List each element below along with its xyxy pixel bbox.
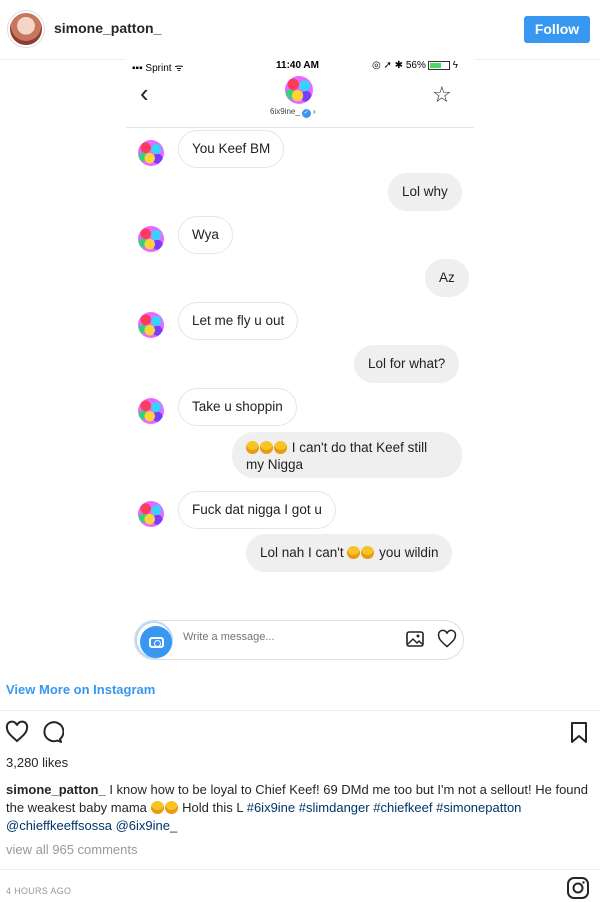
- sender-avatar: [138, 398, 164, 424]
- star-icon[interactable]: ☆: [432, 82, 452, 108]
- mention-link[interactable]: @6ix9ine_: [116, 818, 178, 833]
- view-more-link[interactable]: View More on Instagram: [6, 682, 155, 697]
- post-caption: simone_patton_ I know how to be loyal to…: [6, 781, 594, 835]
- bookmark-icon[interactable]: [568, 721, 590, 745]
- sender-avatar: [138, 501, 164, 527]
- view-comments-link[interactable]: view all 965 comments: [6, 842, 138, 857]
- verified-icon: ✓: [301, 109, 311, 118]
- message-bubble: Fuck dat nigga I got u: [178, 491, 336, 529]
- message-bubble: Let me fly u out: [178, 302, 299, 340]
- message-composer: [134, 620, 464, 660]
- username[interactable]: simone_patton_: [54, 20, 161, 36]
- caption-username[interactable]: simone_patton_: [6, 782, 106, 797]
- camera-button[interactable]: [135, 621, 173, 659]
- back-chevron-icon[interactable]: ‹: [140, 78, 149, 109]
- battery-icon: [427, 60, 450, 70]
- instagram-logo-icon[interactable]: [566, 876, 590, 900]
- status-bar: ▪▪▪ Sprint ᯤ 11:40 AM ◎ ➚ ✱ 56% ϟ: [126, 56, 474, 76]
- chat-name[interactable]: 6ix9ine_ ✓ ›: [270, 107, 316, 118]
- laughing-emoji-icon: [260, 441, 273, 454]
- divider: [0, 869, 600, 870]
- message-bubble: Lol nah I can't you wildin: [246, 534, 453, 572]
- message-bubble: You Keef BM: [178, 130, 285, 168]
- gallery-icon[interactable]: [405, 629, 425, 649]
- sender-avatar: [138, 140, 164, 166]
- post-timestamp: 4 HOURS AGO: [6, 886, 72, 896]
- comment-icon[interactable]: [40, 720, 64, 744]
- like-heart-icon[interactable]: [5, 720, 29, 744]
- post-header: simone_patton_ Follow: [0, 0, 600, 60]
- weary-emoji-icon: [274, 441, 287, 454]
- hashtag-link[interactable]: #slimdanger: [299, 800, 370, 815]
- grinning-emoji-icon: [164, 801, 178, 814]
- message-bubble: Wya: [178, 216, 233, 254]
- message-bubble: Az: [425, 259, 469, 297]
- divider: [0, 710, 600, 711]
- hashtag-link[interactable]: #simonepatton: [436, 800, 521, 815]
- camera-icon: [140, 626, 172, 658]
- laughing-emoji-icon: [246, 441, 259, 454]
- carrier-label: ▪▪▪ Sprint ᯤ: [132, 63, 184, 74]
- message-bubble: Take u shoppin: [178, 388, 297, 426]
- post-image: ▪▪▪ Sprint ᯤ 11:40 AM ◎ ➚ ✱ 56% ϟ ‹ 6ix9…: [126, 52, 474, 672]
- mention-link[interactable]: @chieffkeeffsossa: [6, 818, 112, 833]
- hashtag-link[interactable]: #6ix9ine: [247, 800, 295, 815]
- weary-emoji-icon: [361, 546, 375, 559]
- chat-navbar: ‹ 6ix9ine_ ✓ › ☆: [126, 76, 474, 128]
- grinning-emoji-icon: [150, 801, 164, 814]
- follow-button[interactable]: Follow: [524, 16, 590, 43]
- message-bubble: I can't do that Keef still my Nigga: [232, 432, 462, 478]
- likes-count[interactable]: 3,280 likes: [6, 755, 68, 770]
- laughing-emoji-icon: [347, 546, 361, 559]
- heart-icon[interactable]: [437, 629, 457, 649]
- caption-text-2: Hold this L: [182, 800, 244, 815]
- chat-avatar[interactable]: [285, 76, 313, 104]
- avatar[interactable]: [8, 11, 44, 47]
- sender-avatar: [138, 226, 164, 252]
- message-input[interactable]: [183, 631, 343, 643]
- status-time: 11:40 AM: [276, 60, 319, 71]
- message-bubble: Lol for what?: [354, 345, 460, 383]
- sender-avatar: [138, 312, 164, 338]
- message-bubble: Lol why: [388, 173, 462, 211]
- hashtag-link[interactable]: #chiefkeef: [373, 800, 432, 815]
- status-right: ◎ ➚ ✱ 56% ϟ: [372, 60, 458, 71]
